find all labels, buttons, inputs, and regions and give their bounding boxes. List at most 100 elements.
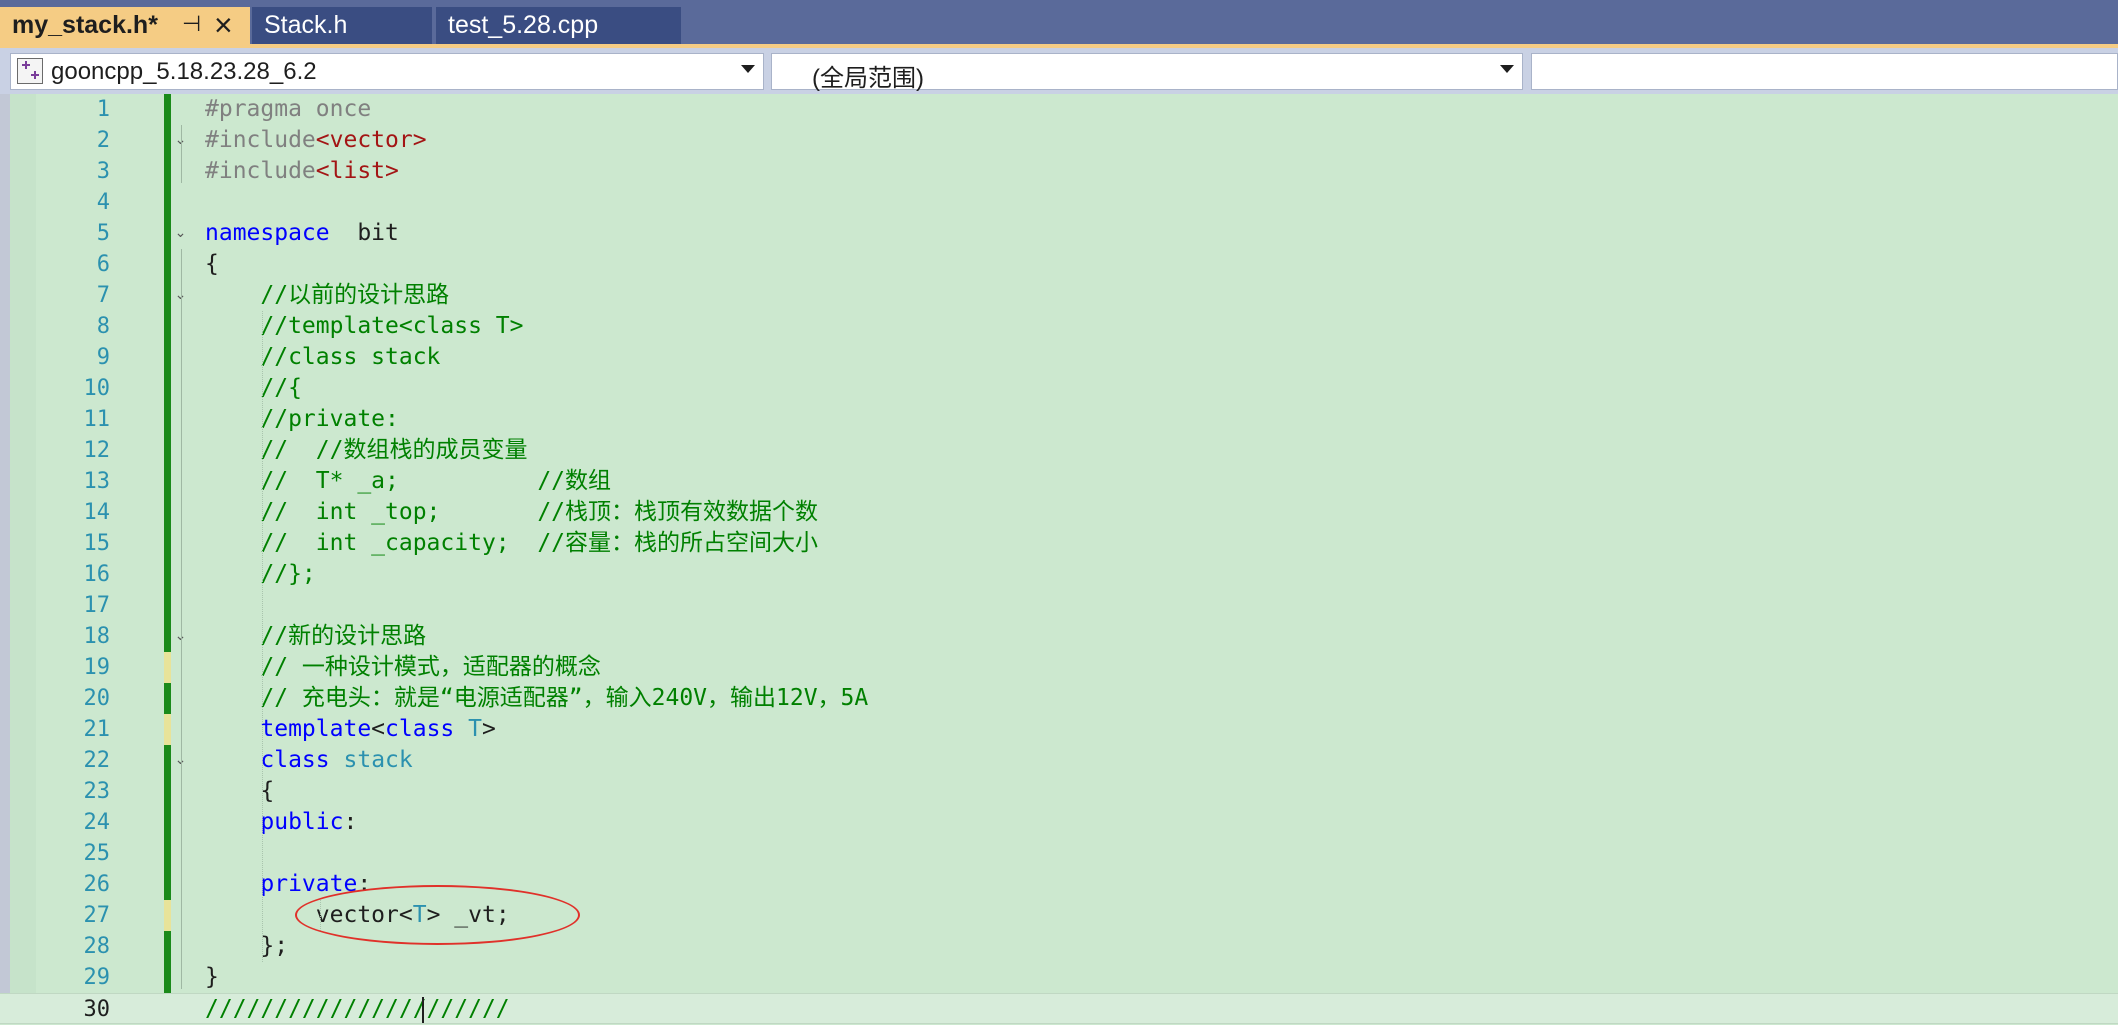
line-number: 28 bbox=[83, 934, 111, 959]
project-dropdown[interactable]: gooncpp_5.18.23.28_6.2 bbox=[10, 53, 764, 90]
code-text: { bbox=[205, 776, 274, 807]
unsaved-change-marker bbox=[164, 652, 171, 683]
code-token: //private: bbox=[205, 406, 399, 432]
code-token: // //数组栈的成员变量 bbox=[205, 437, 528, 463]
code-line[interactable]: 13 // T* _a; //数组 bbox=[0, 466, 2118, 497]
code-line[interactable]: 1 #pragma once bbox=[0, 94, 2118, 125]
code-text: //private: bbox=[205, 404, 399, 435]
line-number: 9 bbox=[96, 345, 110, 370]
code-token: { bbox=[205, 251, 219, 277]
code-line[interactable]: 7 ⌄ //以前的设计思路 bbox=[0, 280, 2118, 311]
code-text: template<class T> bbox=[205, 714, 496, 745]
fold-toggle-icon[interactable]: ⌄ bbox=[174, 225, 187, 239]
code-line[interactable]: 6{ bbox=[0, 249, 2118, 280]
line-number: 19 bbox=[83, 655, 111, 680]
code-line[interactable]: 9 //class stack bbox=[0, 342, 2118, 373]
code-line[interactable]: 8 //template<class T> bbox=[0, 311, 2118, 342]
chevron-down-icon[interactable] bbox=[741, 65, 755, 73]
code-line[interactable]: 22 ⌄ class stack bbox=[0, 745, 2118, 776]
code-line[interactable]: 2 ⌄ #include<vector> bbox=[0, 125, 2118, 156]
scope-dropdown[interactable]: (全局范围) bbox=[771, 53, 1523, 92]
navigation-bar: gooncpp_5.18.23.28_6.2 (全局范围) bbox=[0, 48, 2118, 94]
code-line[interactable]: 29} bbox=[0, 962, 2118, 993]
code-line[interactable]: 20 // 充电头：就是“电源适配器”，输入240V，输出12V，5A bbox=[0, 683, 2118, 714]
code-token: // 充电头：就是“电源适配器”，输入240V，输出12V，5A bbox=[205, 685, 869, 711]
code-line[interactable]: 12 // //数组栈的成员变量 bbox=[0, 435, 2118, 466]
code-line[interactable]: 14 // int _top; //栈顶：栈顶有效数据个数 bbox=[0, 497, 2118, 528]
code-text: ////////////////////// bbox=[205, 994, 510, 1025]
text-caret bbox=[422, 997, 424, 1023]
member-dropdown[interactable] bbox=[1531, 53, 2118, 90]
line-number: 8 bbox=[96, 314, 110, 339]
code-text: public: bbox=[205, 807, 357, 838]
annotation-circle bbox=[295, 885, 580, 945]
code-line[interactable]: 21 template<class T> bbox=[0, 714, 2118, 745]
code-token: }; bbox=[205, 933, 289, 959]
line-number: 6 bbox=[96, 252, 110, 277]
line-number: 29 bbox=[83, 965, 111, 990]
code-text: } bbox=[205, 962, 219, 993]
code-line[interactable]: 15 // int _capacity; //容量：栈的所占空间大小 bbox=[0, 528, 2118, 559]
pin-icon[interactable]: ⊣ bbox=[182, 11, 201, 37]
project-icon bbox=[17, 58, 43, 84]
code-token: <vector> bbox=[315, 127, 427, 153]
line-number: 13 bbox=[83, 469, 111, 494]
code-token: // 一种设计模式，适配器的概念 bbox=[205, 654, 601, 680]
code-token: class bbox=[260, 747, 330, 773]
line-number: 23 bbox=[83, 779, 111, 804]
fold-region-line bbox=[181, 652, 182, 710]
code-token: //{ bbox=[205, 375, 302, 401]
line-number: 1 bbox=[96, 97, 110, 122]
code-line[interactable]: 24 public: bbox=[0, 807, 2118, 838]
fold-region-line bbox=[181, 125, 182, 183]
code-token: // int _capacity; //容量：栈的所占空间大小 bbox=[205, 530, 819, 556]
code-line[interactable]: 30 ////////////////////// bbox=[0, 993, 2118, 1024]
code-text: // T* _a; //数组 bbox=[205, 466, 611, 497]
code-text: class stack bbox=[205, 745, 412, 776]
code-line[interactable]: 16 //}; bbox=[0, 559, 2118, 590]
code-line[interactable]: 26 private: bbox=[0, 869, 2118, 900]
tab-label: Stack.h bbox=[264, 11, 348, 39]
code-line[interactable]: 25 bbox=[0, 838, 2118, 869]
tab-stack-h[interactable]: Stack.h bbox=[252, 7, 432, 46]
code-line[interactable]: 5 ⌄ namespace bit bbox=[0, 218, 2118, 249]
code-token: } bbox=[205, 964, 219, 990]
tab-my-stack-h[interactable]: my_stack.h* ⊣ × bbox=[0, 7, 250, 46]
code-text: #include<vector> bbox=[205, 125, 427, 156]
code-token: T bbox=[468, 716, 482, 742]
code-token: //class stack bbox=[205, 344, 441, 370]
code-text: }; bbox=[205, 931, 288, 962]
code-line[interactable]: 23 { bbox=[0, 776, 2118, 807]
code-line[interactable]: 4 bbox=[0, 187, 2118, 218]
code-text: #include<list> bbox=[205, 156, 399, 187]
code-editor[interactable]: 1 #pragma once 2 ⌄ #include<vector> 3 #include… bbox=[0, 94, 2118, 1024]
document-tab-strip: my_stack.h* ⊣ × Stack.h test_5.28.cpp bbox=[0, 0, 2118, 48]
chevron-down-icon[interactable] bbox=[1500, 65, 1514, 73]
scope-label: (全局范围) bbox=[812, 65, 924, 92]
line-number: 14 bbox=[83, 500, 111, 525]
tab-test-cpp[interactable]: test_5.28.cpp bbox=[436, 7, 681, 46]
fold-region-line bbox=[181, 776, 182, 958]
line-number: 5 bbox=[96, 221, 110, 246]
code-line[interactable]: 11 //private: bbox=[0, 404, 2118, 435]
code-line[interactable]: 10 //{ bbox=[0, 373, 2118, 404]
code-text: //}; bbox=[205, 559, 315, 590]
code-text: { bbox=[205, 249, 219, 280]
code-token: // T* _a; //数组 bbox=[205, 468, 612, 494]
code-line[interactable]: 19 // 一种设计模式，适配器的概念 bbox=[0, 652, 2118, 683]
code-line[interactable]: 28 }; bbox=[0, 931, 2118, 962]
code-line[interactable]: 3 #include<list> bbox=[0, 156, 2118, 187]
code-token: bit bbox=[329, 220, 399, 246]
code-token: > bbox=[482, 716, 496, 742]
line-number: 2 bbox=[96, 128, 110, 153]
code-line[interactable]: 18 ⌄ //新的设计思路 bbox=[0, 621, 2118, 652]
code-text: //以前的设计思路 bbox=[205, 280, 449, 311]
line-number: 12 bbox=[83, 438, 111, 463]
line-number: 17 bbox=[83, 593, 111, 618]
close-icon[interactable]: × bbox=[214, 7, 233, 43]
line-number: 4 bbox=[96, 190, 110, 215]
code-line[interactable]: 17 bbox=[0, 590, 2118, 621]
